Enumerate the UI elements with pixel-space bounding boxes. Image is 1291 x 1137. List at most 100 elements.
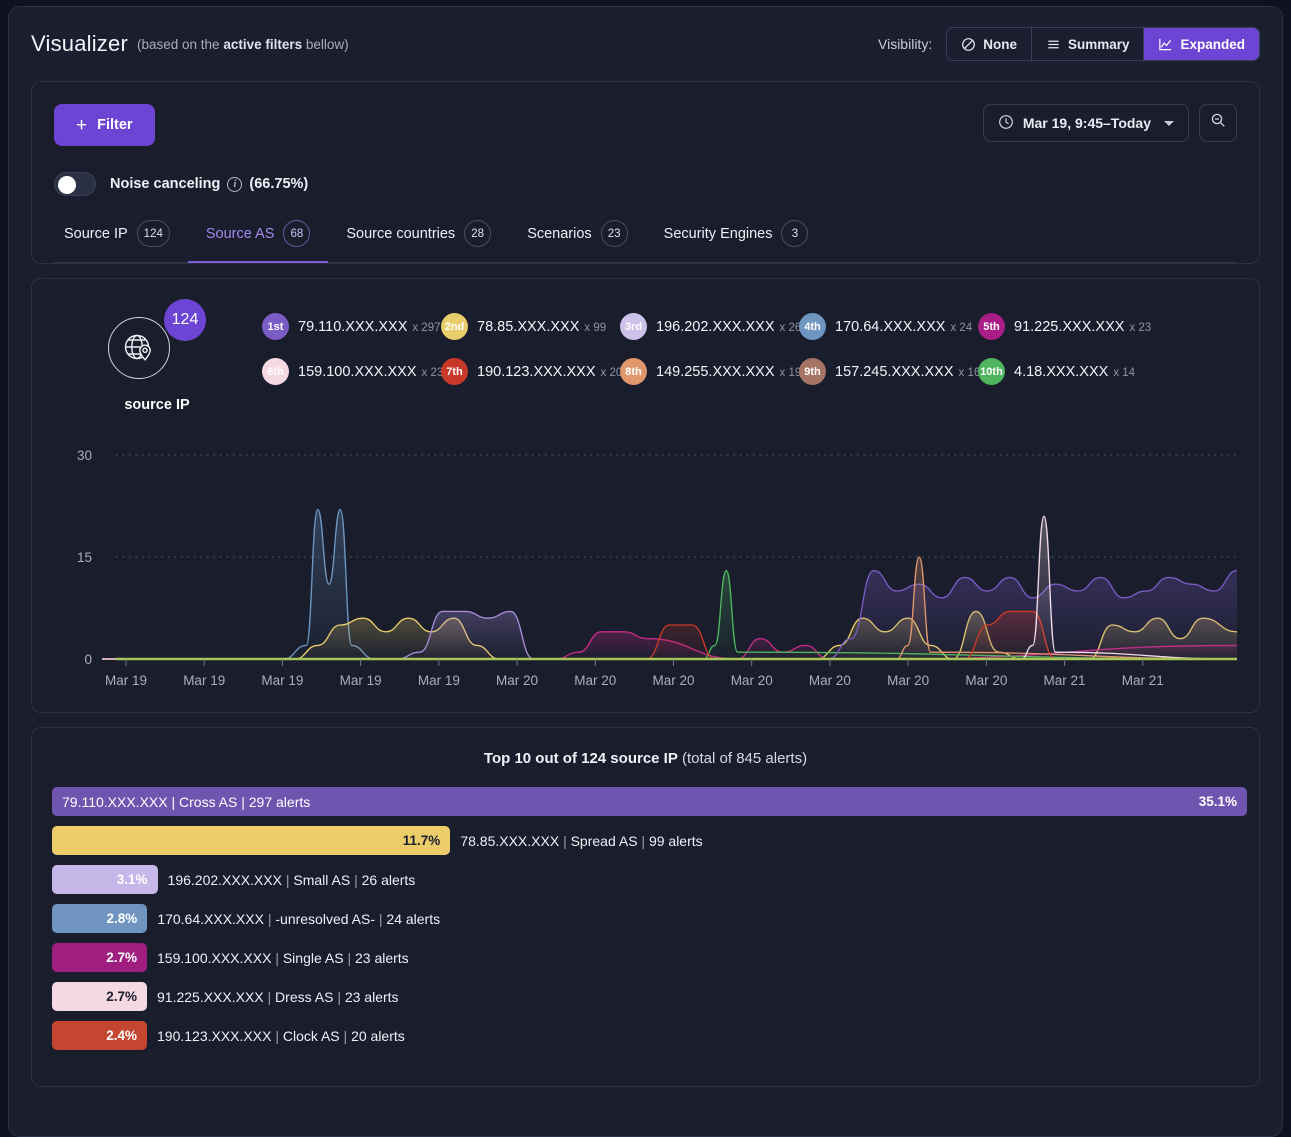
list-icon	[1046, 37, 1061, 52]
svg-text:Mar 20: Mar 20	[652, 673, 694, 688]
globe-pin-icon	[108, 317, 170, 379]
top-list-title: Top 10 out of 124 source IP (total of 84…	[52, 750, 1239, 767]
ranking-count: x 14	[1113, 367, 1135, 379]
top-list-bar-percent: 3.1%	[117, 872, 148, 887]
ranking-ip: 4.18.XXX.XXXx 14	[1014, 364, 1135, 380]
top-list-bar-percent: 2.7%	[106, 950, 137, 965]
top-list-bar-percent: 2.8%	[107, 911, 138, 926]
noise-canceling-label: Noise canceling	[110, 176, 220, 192]
ranking-ip: 79.110.XXX.XXXx 297	[298, 319, 441, 335]
chart-summary-row: 124 source IP 1st79.110.XXX.XXXx 2972nd7…	[52, 299, 1239, 413]
tab-source-as-label: Source AS	[206, 226, 275, 242]
svg-text:Mar 21: Mar 21	[1044, 673, 1086, 688]
entity-icon-wrap: 124	[108, 311, 206, 379]
tab-security-engines-count: 3	[781, 220, 808, 247]
svg-text:Mar 20: Mar 20	[496, 673, 538, 688]
svg-text:Mar 20: Mar 20	[887, 673, 929, 688]
top-rankings-list: 1st79.110.XXX.XXXx 2972nd 78.85.XXX.XXXx …	[262, 299, 1239, 385]
top-list-row[interactable]: 3.1%196.202.XXX.XXX | Small AS | 26 aler…	[52, 865, 1239, 894]
ranking-count: x 20	[601, 367, 623, 379]
top-list-row[interactable]: 2.4% 190.123.XXX.XXX | Clock AS | 20 aler…	[52, 1021, 1239, 1050]
info-icon[interactable]: i	[227, 177, 242, 192]
visibility-label: Visibility:	[878, 36, 932, 52]
top-list-title-rest: (total of 845 alerts)	[678, 750, 807, 767]
tab-source-ip-count: 124	[137, 220, 170, 247]
ranking-item[interactable]: 10th 4.18.XXX.XXXx 14	[978, 358, 1157, 385]
visibility-option-none[interactable]: None	[947, 28, 1032, 60]
ranking-item[interactable]: 7th190.123.XXX.XXXx 20	[441, 358, 620, 385]
top-list-bar-percent: 35.1%	[1199, 794, 1237, 809]
visibility-segmented-control: None Summary Expanded	[946, 27, 1260, 61]
ranking-item[interactable]: 3rd196.202.XXX.XXXx 26	[620, 313, 799, 340]
ranking-ip: 170.64.XXX.XXXx 24	[835, 319, 972, 335]
ranking-ip: 91.225.XXX.XXXx 23	[1014, 319, 1151, 335]
rank-badge: 10th	[978, 358, 1005, 385]
visibility-option-expanded[interactable]: Expanded	[1144, 28, 1259, 60]
top-list-row[interactable]: 2.7% 91.225.XXX.XXX | Dress AS | 23 alert…	[52, 982, 1239, 1011]
timeline-chart[interactable]: 01530Mar 19Mar 19Mar 19Mar 19Mar 19Mar 2…	[52, 437, 1239, 712]
ranking-item[interactable]: 6th159.100.XXX.XXXx 23	[262, 358, 441, 385]
ranking-item[interactable]: 2nd 78.85.XXX.XXXx 99	[441, 313, 620, 340]
zoom-out-button[interactable]	[1199, 104, 1237, 142]
top-list-bar: 2.8%	[52, 904, 147, 933]
top-list-row-label: 190.123.XXX.XXX | Clock AS | 20 alerts	[157, 1028, 405, 1044]
ranking-ip: 159.100.XXX.XXXx 23	[298, 364, 443, 380]
entity-count-badge: 124	[164, 299, 206, 341]
entity-label: source IP	[124, 397, 189, 413]
panel-header: Visualizer (based on the active filters …	[9, 7, 1282, 81]
no-entry-icon	[961, 37, 976, 52]
svg-text:30: 30	[77, 448, 92, 463]
ranking-count: x 16	[959, 367, 981, 379]
noise-canceling-percent: (66.75%)	[249, 176, 308, 192]
filters-toolbar: + Filter Mar 19, 9:45–Today	[54, 104, 1237, 146]
chevron-down-icon	[1164, 121, 1174, 126]
tab-source-countries[interactable]: Source countries 28	[328, 220, 509, 263]
top-list-bar-percent: 2.7%	[106, 989, 137, 1004]
rank-badge: 9th	[799, 358, 826, 385]
top-list-row-label: 78.85.XXX.XXX | Spread AS | 99 alerts	[460, 833, 702, 849]
top-list-bar: 3.1%	[52, 865, 158, 894]
top-list-bar: 2.7%	[52, 943, 147, 972]
ranking-ip: 78.85.XXX.XXXx 99	[477, 319, 606, 335]
noise-canceling-toggle[interactable]	[54, 172, 96, 196]
ranking-ip: 190.123.XXX.XXXx 20	[477, 364, 622, 380]
chart-card: 124 source IP 1st79.110.XXX.XXXx 2972nd7…	[31, 278, 1260, 713]
top-list-row[interactable]: 11.7% 78.85.XXX.XXX | Spread AS | 99 aler…	[52, 826, 1239, 855]
top-list-row[interactable]: 2.8%170.64.XXX.XXX | -unresolved AS- | 2…	[52, 904, 1239, 933]
svg-text:Mar 21: Mar 21	[1122, 673, 1164, 688]
tab-source-countries-count: 28	[464, 220, 491, 247]
top-list-bar: 2.4%	[52, 1021, 147, 1050]
top-list-row[interactable]: 79.110.XXX.XXX | Cross AS | 297 alerts35…	[52, 787, 1239, 816]
tab-security-engines[interactable]: Security Engines 3	[646, 220, 827, 263]
tab-scenarios-label: Scenarios	[527, 226, 591, 242]
top-list-row-label: 159.100.XXX.XXX | Single AS | 23 alerts	[157, 950, 409, 966]
top-list-bar-percent: 11.7%	[403, 833, 441, 848]
noise-canceling-text: Noise canceling i (66.75%)	[110, 176, 308, 192]
svg-text:Mar 19: Mar 19	[261, 673, 303, 688]
svg-text:Mar 19: Mar 19	[340, 673, 382, 688]
visibility-option-summary[interactable]: Summary	[1032, 28, 1145, 60]
timeline-chart-svg: 01530Mar 19Mar 19Mar 19Mar 19Mar 19Mar 2…	[52, 437, 1247, 712]
zoom-out-icon	[1210, 112, 1227, 134]
rank-badge: 2nd	[441, 313, 468, 340]
filters-right-controls: Mar 19, 9:45–Today	[983, 104, 1237, 142]
tab-source-ip[interactable]: Source IP 124	[54, 220, 188, 263]
tab-source-as[interactable]: Source AS 68	[188, 220, 329, 263]
top-list-row[interactable]: 2.7% 159.100.XXX.XXX | Single AS | 23 ale…	[52, 943, 1239, 972]
tab-scenarios[interactable]: Scenarios 23	[509, 220, 645, 263]
top-list-title-bold: Top 10 out of 124 source IP	[484, 750, 678, 767]
ranking-ip: 196.202.XXX.XXXx 26	[656, 319, 801, 335]
visibility-option-summary-label: Summary	[1068, 37, 1130, 52]
top-list-row-label: 91.225.XXX.XXX | Dress AS | 23 alerts	[157, 989, 399, 1005]
ranking-item[interactable]: 9th157.245.XXX.XXXx 16	[799, 358, 978, 385]
date-range-picker[interactable]: Mar 19, 9:45–Today	[983, 104, 1189, 142]
ranking-item[interactable]: 4th170.64.XXX.XXXx 24	[799, 313, 978, 340]
ranking-item[interactable]: 1st79.110.XXX.XXXx 297	[262, 313, 441, 340]
ranking-item[interactable]: 5th91.225.XXX.XXXx 23	[978, 313, 1157, 340]
svg-text:Mar 19: Mar 19	[183, 673, 225, 688]
tab-scenarios-count: 23	[601, 220, 628, 247]
ranking-item[interactable]: 8th149.255.XXX.XXXx 19	[620, 358, 799, 385]
svg-text:Mar 20: Mar 20	[965, 673, 1007, 688]
noise-canceling-row: Noise canceling i (66.75%)	[54, 172, 1237, 196]
add-filter-button[interactable]: + Filter	[54, 104, 155, 146]
